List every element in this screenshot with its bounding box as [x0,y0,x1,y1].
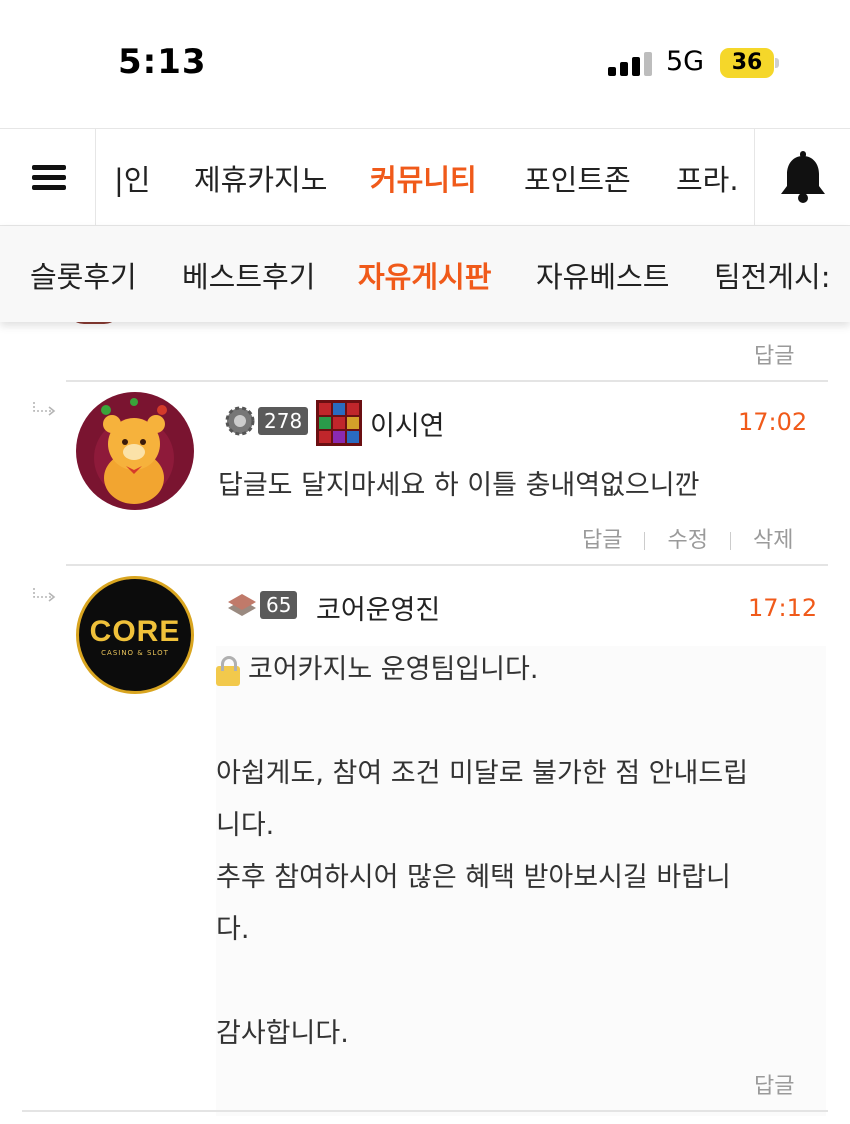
comment-time: 17:12 [748,594,818,622]
main-nav: |인 제휴카지노 커뮤니티 포인트존 프라. [0,128,850,226]
nav-item-more[interactable]: 프라. [676,157,739,199]
nav-item-community[interactable]: 커뮤니티 [370,157,477,199]
signal-icon [608,52,654,76]
avatar[interactable]: CORE CASINO & SLOT [76,576,194,694]
reply-button[interactable]: 답글 [582,528,622,553]
sub-item-free-board[interactable]: 자유게시판 [358,254,491,296]
comment-divider [66,564,828,566]
battery-cap [775,58,779,68]
delete-button[interactable]: 삭제 [753,528,793,553]
avatar-logo-text: CORE [89,615,181,648]
sub-item-team-board[interactable]: 팀전게시: [714,254,831,296]
avatar-logo-subtext: CASINO & SLOT [101,649,169,657]
sub-item-slot-reviews[interactable]: 슬롯후기 [30,254,137,296]
edit-button[interactable]: 수정 [667,528,707,553]
comment-divider [66,380,828,382]
main-nav-items: |인 제휴카지노 커뮤니티 포인트존 프라. [96,129,754,225]
sub-item-free-best[interactable]: 자유베스트 [536,254,669,296]
level-badge: 278 [222,404,309,438]
gear-badge-icon [225,406,255,436]
comment-text: 답글도 달지마세요 하 이틀 충내역없으니깐 [218,470,700,501]
stack-badge-icon [228,594,256,616]
comment-author[interactable]: 이시연 [370,404,445,443]
level-number: 278 [258,407,309,435]
comment-text: 코어카지노 운영팀입니다. 아쉽게도, 참여 조건 미달로 불가한 점 안내드립… [216,654,749,1049]
status-time: 5:13 [118,42,207,82]
level-number: 65 [260,591,298,619]
status-bar: 5:13 5G 36 [0,0,850,128]
sub-item-best-reviews[interactable]: 베스트후기 [182,254,315,296]
slot-game-icon [316,400,362,446]
reply-arrow-icon [33,588,56,602]
comment-actions: 답글 수정 삭제 [582,522,793,554]
reply-button[interactable]: 답글 [754,338,794,370]
battery-icon: 36 [720,48,774,78]
reply-button[interactable]: 답글 [754,1074,794,1099]
nav-item-login[interactable]: |인 [114,157,150,199]
comment-author[interactable]: 코어운영진 [316,588,440,627]
nav-item-partner-casino[interactable]: 제휴카지노 [194,157,327,199]
reply-arrow-icon [33,402,56,416]
comment-time: 17:02 [738,408,808,436]
avatar[interactable] [76,392,194,510]
nav-item-point-zone[interactable]: 포인트존 [524,157,631,199]
notification-bell-icon[interactable] [754,129,850,225]
hamburger-menu-icon[interactable] [0,129,96,225]
sub-nav: 슬롯후기 베스트후기 자유게시판 자유베스트 팀전게시: [0,226,850,322]
level-badge: 65 [224,588,298,622]
network-label: 5G [666,46,705,77]
comment-divider [22,1110,828,1112]
comment-actions: 답글 [754,1068,794,1100]
comment-list: 답글 278 이시연 17:02 답글도 달지마세요 하 이틀 충내역없으니깐 … [0,306,850,1124]
